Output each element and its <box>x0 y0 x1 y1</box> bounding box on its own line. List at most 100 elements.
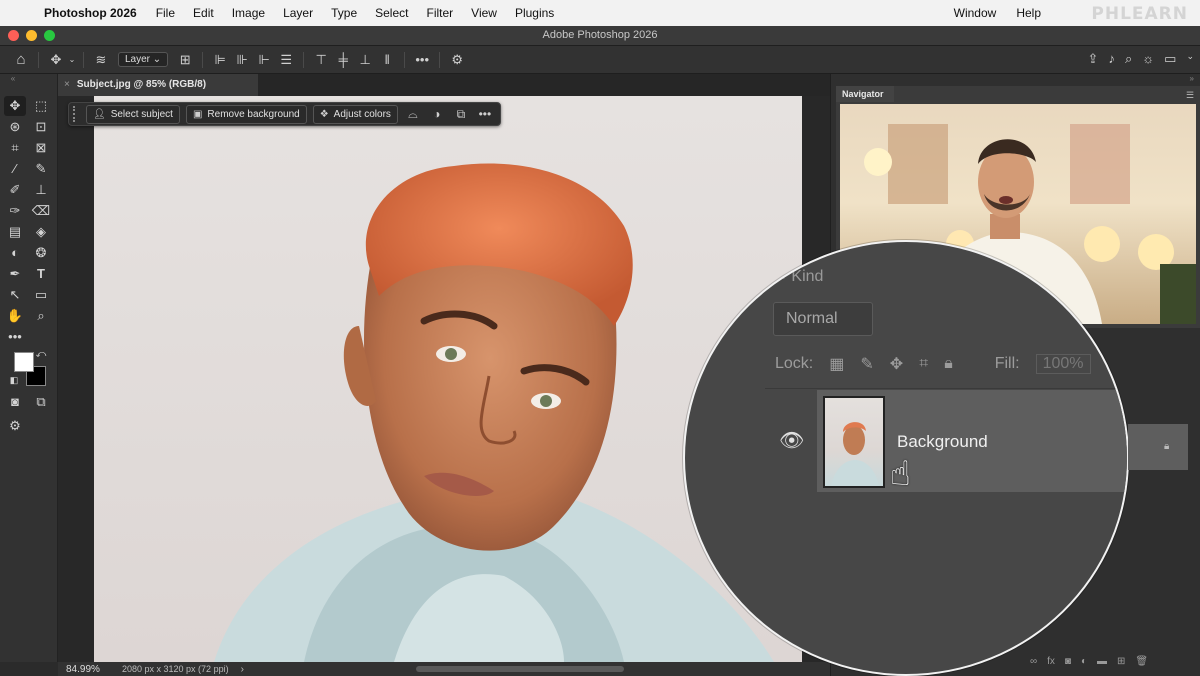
lock-position-icon[interactable]: ✥ <box>890 354 903 374</box>
navigator-tab[interactable]: Navigator <box>836 86 894 102</box>
screen-mode-icon[interactable]: ⧉ <box>30 392 52 412</box>
menu-help[interactable]: Help <box>1007 6 1050 20</box>
sponge-tool-icon[interactable]: ❂ <box>30 243 52 263</box>
layer-name[interactable]: Background <box>897 432 988 452</box>
home-icon[interactable]: ⌂ <box>10 51 32 68</box>
move-tool-preset-icon[interactable]: ✥ <box>45 52 67 68</box>
quick-mask-icon[interactable]: ◙ <box>4 392 26 412</box>
edit-toolbar-icon[interactable]: ⚙ <box>4 416 26 436</box>
clone-stamp-tool-icon[interactable]: ⊥ <box>30 180 52 200</box>
delete-layer-icon[interactable]: 🗑︎ <box>1135 656 1148 667</box>
share-icon[interactable]: ⇪ <box>1088 51 1099 67</box>
align-bottom-icon[interactable]: ⊥ <box>354 52 376 68</box>
generative-icon[interactable]: ⧉ <box>452 107 470 122</box>
link-layers-icon[interactable]: ∞ <box>1030 656 1037 667</box>
menu-select[interactable]: Select <box>366 6 417 20</box>
collapse-panel-icon[interactable]: « <box>2 74 24 84</box>
chevron-down-icon[interactable]: ⌄ <box>1186 51 1194 67</box>
align-top-icon[interactable]: ⊤ <box>310 52 332 68</box>
swap-colors-icon[interactable]: ⤺ <box>34 348 48 362</box>
collapse-dock-icon[interactable]: » <box>1190 74 1194 83</box>
adjust-colors-button[interactable]: ❖ Adjust colors <box>312 104 398 124</box>
remove-background-button[interactable]: ▣ Remove background <box>185 104 307 124</box>
menu-filter[interactable]: Filter <box>417 6 462 20</box>
default-colors-icon[interactable]: ◧ <box>8 374 20 386</box>
workspace-icon[interactable]: ▭ <box>1164 51 1176 67</box>
history-brush-tool-icon[interactable]: ✑ <box>4 201 26 221</box>
foreground-color-swatch[interactable] <box>14 352 34 372</box>
select-subject-button[interactable]: 👤︎ Select subject <box>86 104 180 124</box>
dodge-tool-icon[interactable]: ◐ <box>4 243 26 263</box>
layer-thumbnail[interactable] <box>823 396 885 488</box>
menu-view[interactable]: View <box>462 6 506 20</box>
document-image[interactable] <box>94 96 802 662</box>
close-tab-icon[interactable]: × <box>64 79 70 90</box>
menu-window[interactable]: Window <box>945 6 1006 20</box>
brush-tool-icon[interactable]: ✐ <box>4 180 26 200</box>
transform-controls-icon[interactable]: ⊞ <box>174 52 196 68</box>
align-right-icon[interactable]: ⊩ <box>253 52 275 68</box>
spot-healing-tool-icon[interactable]: ✎ <box>30 159 52 179</box>
zoom-level[interactable]: 84.99% <box>58 664 114 675</box>
layer-row-extension[interactable] <box>1128 424 1188 470</box>
menu-plugins[interactable]: Plugins <box>506 6 563 20</box>
new-adjustment-icon[interactable]: ◐ <box>1081 656 1087 667</box>
rectangle-tool-icon[interactable]: ▭ <box>30 285 52 305</box>
notifications-bell-icon[interactable]: ♪ <box>1108 51 1115 67</box>
layer-style-icon[interactable]: fx <box>1047 656 1055 667</box>
menu-edit[interactable]: Edit <box>184 6 223 20</box>
zoom-tool-icon[interactable]: ⌕ <box>30 306 52 326</box>
hand-tool-icon[interactable]: ✋ <box>4 306 26 326</box>
add-mask-icon[interactable]: ◙ <box>1065 656 1071 667</box>
marquee-tool-icon[interactable]: ⬚ <box>30 96 52 116</box>
object-selection-tool-icon[interactable]: ⊛ <box>4 117 26 137</box>
align-middle-icon[interactable]: ╪ <box>332 52 354 67</box>
fill-value[interactable]: 100% <box>1035 354 1091 374</box>
menu-file[interactable]: File <box>147 6 184 20</box>
more-tools-icon[interactable]: ••• <box>4 327 26 347</box>
new-layer-icon[interactable]: ⊞ <box>1117 656 1125 667</box>
menu-layer[interactable]: Layer <box>274 6 322 20</box>
gradient-tool-icon[interactable]: ▤ <box>4 222 26 242</box>
move-tool-icon[interactable]: ✥ <box>4 96 26 116</box>
layers-search-field[interactable]: ⌕ Kind <box>778 262 958 292</box>
align-center-icon[interactable]: ⊪ <box>231 52 253 68</box>
quick-selection-tool-icon[interactable]: ⊡ <box>30 117 52 137</box>
lock-transparent-pixels-icon[interactable]: ▦ <box>829 354 844 374</box>
status-chevron-icon[interactable]: › <box>241 664 244 675</box>
layers-stack-icon[interactable]: ≋ <box>90 52 112 68</box>
eraser-tool-icon[interactable]: ⌫ <box>30 201 52 221</box>
chevron-down-icon[interactable]: ⌄ <box>67 55 77 64</box>
path-selection-tool-icon[interactable]: ↖ <box>4 285 26 305</box>
auto-select-target-dropdown[interactable]: Layer ⌄ <box>118 52 169 67</box>
lasso-icon[interactable]: ⌓ <box>404 107 422 122</box>
lock-all-icon[interactable]: 🔒︎ <box>944 355 953 373</box>
taskbar-drag-handle[interactable] <box>73 106 76 122</box>
frame-tool-icon[interactable]: ⊠ <box>30 138 52 158</box>
new-group-icon[interactable]: ▬ <box>1097 656 1107 667</box>
lock-image-pixels-icon[interactable]: ✎ <box>860 354 873 374</box>
menu-app-name[interactable]: Photoshop 2026 <box>40 6 147 20</box>
panel-menu-icon[interactable]: ☰ <box>1186 90 1194 101</box>
more-options-icon[interactable]: ••• <box>476 107 494 121</box>
eyedropper-tool-icon[interactable]: ⁄ <box>4 159 26 179</box>
adjustment-layer-icon[interactable]: ◑ <box>428 107 446 121</box>
visibility-eye-icon[interactable]: 👁︎ <box>779 428 804 453</box>
type-tool-icon[interactable]: T <box>30 264 52 284</box>
blur-tool-icon[interactable]: ◈ <box>30 222 52 242</box>
search-icon[interactable]: ⌕ <box>1125 51 1132 67</box>
menu-type[interactable]: Type <box>322 6 366 20</box>
document-tab[interactable]: × Subject.jpg @ 85% (RGB/8) <box>58 74 258 96</box>
menu-image[interactable]: Image <box>223 6 274 20</box>
crop-tool-icon[interactable]: ⌗ <box>4 138 26 158</box>
blend-mode-dropdown[interactable]: Normal <box>773 302 873 336</box>
settings-gear-icon[interactable]: ⚙ <box>446 52 468 68</box>
horizontal-scrollbar[interactable] <box>416 666 624 672</box>
more-options-icon[interactable]: ••• <box>411 52 433 67</box>
distribute-icon[interactable]: ‖ <box>376 52 398 67</box>
lock-artboard-icon[interactable]: ⌗ <box>919 355 928 373</box>
pen-tool-icon[interactable]: ✒ <box>4 264 26 284</box>
discover-lightbulb-icon[interactable]: ☼ <box>1142 51 1154 67</box>
align-horizontal-icon[interactable]: ☰ <box>275 52 297 68</box>
align-left-icon[interactable]: ⊫ <box>209 52 231 68</box>
